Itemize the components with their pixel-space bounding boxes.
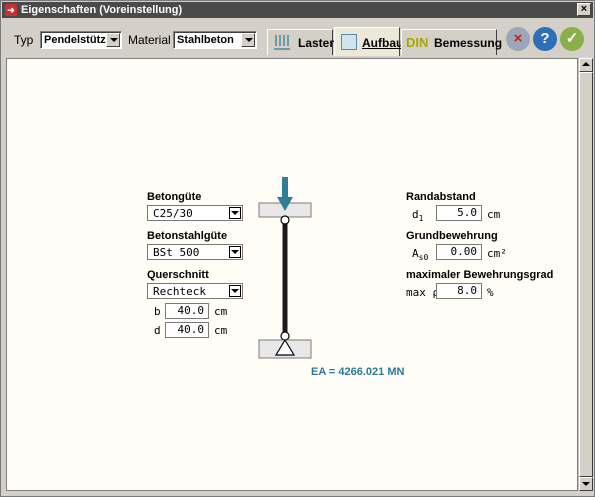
d-input[interactable]: 40.0: [165, 322, 209, 338]
properties-window: ➜ Eigenschaften (Voreinstellung) × Typ P…: [0, 0, 595, 497]
load-arrow-shaft: [282, 177, 288, 199]
b-unit: cm: [214, 305, 228, 318]
betonstahlgute-select[interactable]: BSt 500: [147, 244, 243, 260]
max-rho-input[interactable]: 8.0: [436, 283, 482, 299]
material-select-value: Stahlbeton: [177, 34, 234, 46]
tab-aufbau[interactable]: Aufbau: [334, 27, 404, 56]
d-label: d: [154, 324, 161, 337]
tab-bemessung[interactable]: DIN Bemessung: [401, 29, 502, 55]
grundbewehrung-label: Grundbewehrung: [406, 230, 498, 242]
max-bewehrungsgrad-label: maximaler Bewehrungsgrad: [406, 269, 554, 281]
betongute-value: C25/30: [153, 207, 193, 220]
scroll-thumb[interactable]: [579, 72, 593, 477]
betongute-label: Betongüte: [147, 191, 202, 203]
ea-value: EA = 4266.021 MN: [311, 366, 405, 378]
material-select[interactable]: Stahlbeton: [173, 31, 257, 49]
tab-lasten-label: Lasten: [298, 36, 337, 50]
chevron-down-icon[interactable]: [229, 207, 241, 219]
properties-panel: Betongüte C25/30 Betonstahlgüte BSt 500 …: [6, 58, 578, 491]
chevron-down-icon[interactable]: [106, 33, 120, 47]
b-input[interactable]: 40.0: [165, 303, 209, 319]
as0-label: As0: [412, 247, 429, 263]
din-icon: DIN: [406, 35, 429, 50]
title-bar: ➜ Eigenschaften (Voreinstellung) ×: [2, 2, 593, 18]
b-label: b: [154, 305, 161, 318]
betonstahlgute-label: Betonstahlgüte: [147, 230, 228, 242]
chevron-down-icon[interactable]: [241, 33, 255, 47]
tab-lasten[interactable]: Lasten: [267, 29, 337, 55]
scroll-down-button[interactable]: [579, 477, 593, 491]
typ-select-value: Pendelstütze: [44, 34, 112, 46]
d1-unit: cm: [487, 208, 501, 221]
bottom-hinge: [280, 331, 290, 341]
typ-label: Typ: [14, 33, 34, 47]
column-diagram: [258, 177, 312, 359]
max-rho-label: max ρ: [406, 286, 440, 299]
material-label: Material: [128, 33, 171, 47]
as0-input[interactable]: 0.00: [436, 244, 482, 260]
querschnitt-label: Querschnitt: [147, 269, 209, 281]
vertical-scrollbar[interactable]: [578, 58, 593, 491]
loads-icon: [274, 35, 290, 50]
tab-bemessung-label: Bemessung: [434, 36, 503, 50]
d1-input[interactable]: 5.0: [436, 205, 482, 221]
betonstahlgute-value: BSt 500: [153, 246, 200, 259]
toolbar: Typ Pendelstütze Material Stahlbeton Las…: [2, 19, 593, 57]
d-unit: cm: [214, 324, 228, 337]
max-rho-unit: %: [487, 286, 494, 299]
tab-aufbau-label: Aufbau: [362, 36, 404, 50]
top-hinge: [280, 215, 290, 225]
betongute-select[interactable]: C25/30: [147, 205, 243, 221]
ok-button[interactable]: ✓: [560, 27, 584, 51]
structure-icon: [341, 34, 357, 50]
chevron-down-icon[interactable]: [229, 246, 241, 258]
typ-select[interactable]: Pendelstütze: [40, 31, 122, 49]
cancel-button[interactable]: ×: [506, 27, 530, 51]
as0-unit: cm²: [487, 247, 507, 260]
scroll-up-button[interactable]: [579, 58, 593, 72]
randabstand-label: Randabstand: [406, 191, 476, 203]
querschnitt-value: Rechteck: [153, 285, 206, 298]
app-icon: ➜: [5, 4, 17, 16]
querschnitt-select[interactable]: Rechteck: [147, 283, 243, 299]
help-button[interactable]: ?: [533, 27, 557, 51]
d1-label: d1: [412, 208, 424, 224]
close-window-button[interactable]: ×: [577, 3, 591, 16]
chevron-down-icon[interactable]: [229, 285, 241, 297]
window-title: Eigenschaften (Voreinstellung): [21, 4, 183, 16]
